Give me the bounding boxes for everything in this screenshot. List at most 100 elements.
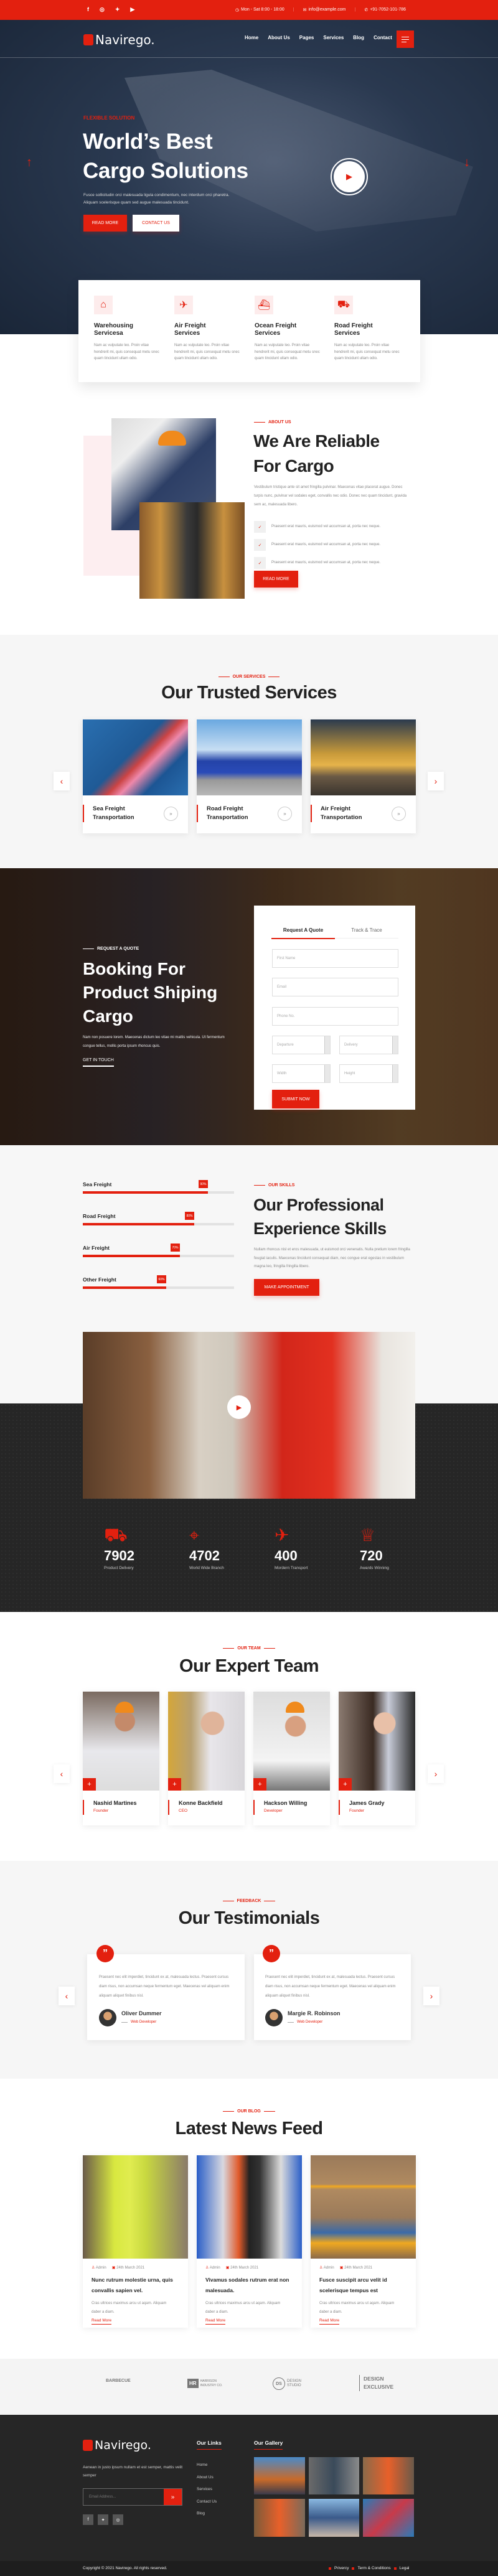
- calendar-icon: ▣: [339, 2266, 344, 2270]
- gallery-image[interactable]: [363, 2499, 414, 2537]
- gallery-image[interactable]: [309, 2499, 359, 2537]
- nav-pages[interactable]: Pages: [299, 35, 314, 40]
- services-next-arrow[interactable]: ›: [428, 772, 444, 790]
- departure-select[interactable]: Departure: [272, 1036, 331, 1054]
- check-item: ✓ Praesent erat mauris, euismod vel accum…: [254, 518, 416, 535]
- footer-link-blog[interactable]: Blog: [197, 2508, 217, 2520]
- height-select[interactable]: Height: [339, 1064, 398, 1083]
- team-member-card[interactable]: + Nashid Martines Founder: [83, 1692, 159, 1825]
- subscribe-button[interactable]: »: [164, 2489, 182, 2505]
- gallery-image[interactable]: [254, 2457, 305, 2494]
- feature-warehousing[interactable]: ⌂ Warehousing Servicesa Nam ac vulputate …: [94, 296, 175, 362]
- blog-title: Latest News Feed: [175, 2119, 323, 2138]
- plus-button[interactable]: +: [253, 1778, 266, 1791]
- testimonial-card: ” Praesent nec elit imperdiet, tincidunt…: [87, 1945, 245, 2040]
- team-next-arrow[interactable]: ›: [428, 1764, 444, 1783]
- delivery-select[interactable]: Delivery: [339, 1036, 398, 1054]
- footer-link-about[interactable]: About Us: [197, 2471, 217, 2484]
- width-select[interactable]: Width: [272, 1064, 331, 1083]
- gallery-title: Our Gallery: [254, 2440, 283, 2450]
- team-member-card[interactable]: + Konne Backfield CEO: [168, 1692, 245, 1825]
- contact-us-button[interactable]: CONTACT US: [133, 215, 179, 232]
- read-more-button[interactable]: READ MORE: [83, 215, 127, 232]
- header-divider: [0, 57, 498, 58]
- terms-link[interactable]: Term & Conditions: [357, 2566, 390, 2570]
- twitter-icon[interactable]: ✦: [98, 2514, 108, 2525]
- double-chevron-icon[interactable]: »: [278, 807, 292, 821]
- nav-contact[interactable]: Contact: [374, 35, 392, 40]
- read-more-link[interactable]: Read More: [319, 2318, 340, 2325]
- blog-post-card[interactable]: ♙ Admin ▣ 24th March 2021 Fusce suscipit …: [311, 2155, 416, 2328]
- plus-button[interactable]: +: [168, 1778, 181, 1791]
- logo[interactable]: Navirego.: [83, 32, 155, 47]
- read-more-link[interactable]: Read More: [205, 2318, 226, 2325]
- feature-air-freight[interactable]: ✈ Air Freight Services Nam ac vulputate l…: [174, 296, 255, 362]
- nav-home[interactable]: Home: [245, 35, 258, 40]
- top-bar: f ◎ ✦ ▶ ◷ Mon - Sat 8:00 - 18:00 | ✉ info@…: [0, 0, 498, 20]
- footer-link-home[interactable]: Home: [197, 2459, 217, 2471]
- skill-percent-badge: 90%: [199, 1180, 208, 1188]
- nav-services[interactable]: Services: [323, 35, 344, 40]
- nav-blog[interactable]: Blog: [353, 35, 364, 40]
- phone-input[interactable]: Phone No.: [272, 1007, 398, 1026]
- skill-bars: Sea Freight 90% Road Freight 80% Air Freight…: [83, 1180, 234, 1308]
- privacy-link[interactable]: Privercy: [334, 2566, 349, 2570]
- facebook-icon[interactable]: f: [87, 6, 89, 13]
- slider-next-arrow[interactable]: ↓: [464, 156, 470, 170]
- footer-link-services[interactable]: Services: [197, 2483, 217, 2496]
- gallery-image[interactable]: [363, 2457, 414, 2494]
- plus-button[interactable]: +: [83, 1778, 96, 1791]
- instagram-icon[interactable]: ◎: [113, 2514, 123, 2525]
- member-photo: [168, 1692, 245, 1791]
- email-link[interactable]: info@example.com: [308, 7, 345, 12]
- team-prev-arrow[interactable]: ‹: [54, 1764, 70, 1783]
- phone-link[interactable]: +91-7052-101-786: [370, 7, 406, 12]
- services-prev-arrow[interactable]: ‹: [54, 772, 70, 790]
- feature-ocean-freight[interactable]: ⛴ Ocean Freight Services Nam ac vulputate…: [255, 296, 336, 362]
- plus-button[interactable]: +: [339, 1778, 352, 1791]
- facebook-icon[interactable]: f: [83, 2514, 93, 2525]
- read-more-link[interactable]: Read More: [92, 2318, 112, 2325]
- tab-request-quote[interactable]: Request A Quote: [271, 927, 335, 939]
- twitter-icon[interactable]: ✦: [115, 6, 120, 13]
- footer-logo[interactable]: Navirego.: [83, 2438, 151, 2452]
- service-card-road[interactable]: Road Freight Transportation »: [197, 719, 302, 833]
- blog-section: OUR BLOG Latest News Feed ♙ Admin ▣ 24th …: [0, 2079, 498, 2359]
- instagram-icon[interactable]: ◎: [100, 6, 105, 13]
- first-name-input[interactable]: First Name: [272, 949, 398, 968]
- legal-link[interactable]: Legal: [400, 2566, 410, 2570]
- blog-post-card[interactable]: ♙ Admin ▣ 24th March 2021 Nunc rutrum mol…: [83, 2155, 188, 2328]
- feature-road-freight[interactable]: ⛟ Road Freight Services Nam ac vulputate …: [334, 296, 415, 362]
- testimonials-section: FEEDBACK Our Testimonials ‹ › ” Praesent…: [0, 1861, 498, 2079]
- service-card-air[interactable]: Air Freight Transportation »: [311, 719, 416, 833]
- gallery-image[interactable]: [254, 2499, 305, 2537]
- submit-now-button[interactable]: SUBMIT NOW: [272, 1090, 319, 1108]
- email-input[interactable]: Email: [272, 978, 398, 996]
- double-chevron-icon[interactable]: »: [164, 807, 178, 821]
- service-card-sea[interactable]: Sea Freight Transportation »: [83, 719, 188, 833]
- team-member-card[interactable]: + Hackson Willing Developer: [253, 1692, 330, 1825]
- play-video-button[interactable]: ▶: [331, 158, 368, 195]
- play-video-button[interactable]: ▶: [227, 1395, 251, 1419]
- gallery-image[interactable]: [309, 2457, 359, 2494]
- about-read-more-button[interactable]: READ MORE: [254, 571, 298, 588]
- testimonials-next-arrow[interactable]: ›: [423, 1987, 439, 2005]
- service-image-air: [311, 719, 416, 795]
- double-chevron-icon[interactable]: »: [392, 807, 406, 821]
- get-in-touch-link[interactable]: GET IN TOUCH: [83, 1058, 114, 1067]
- testimonials-prev-arrow[interactable]: ‹: [59, 1987, 75, 2005]
- calendar-icon: ▣: [111, 2266, 116, 2270]
- blog-post-card[interactable]: ♙ Admin ▣ 24th March 2021 Vivamus sodales…: [197, 2155, 302, 2328]
- nav-about[interactable]: About Us: [268, 35, 290, 40]
- slider-prev-arrow[interactable]: ↑: [26, 156, 32, 170]
- team-member-card[interactable]: + James Grady Founder: [339, 1692, 415, 1825]
- stat-item: ✈ 400 Mordern Transport: [275, 1523, 308, 1570]
- menu-button[interactable]: [397, 30, 414, 48]
- youtube-icon[interactable]: ▶: [130, 6, 134, 13]
- user-icon: ♙: [319, 2266, 323, 2270]
- make-appointment-button[interactable]: MAKE APPOINTMENT: [254, 1279, 319, 1296]
- tab-track-trace[interactable]: Track & Trace: [335, 927, 398, 939]
- footer-link-contact[interactable]: Contact Us: [197, 2496, 217, 2508]
- newsletter-email-input[interactable]: Email Address... »: [83, 2488, 182, 2506]
- skill-bar: Road Freight 80%: [83, 1212, 234, 1245]
